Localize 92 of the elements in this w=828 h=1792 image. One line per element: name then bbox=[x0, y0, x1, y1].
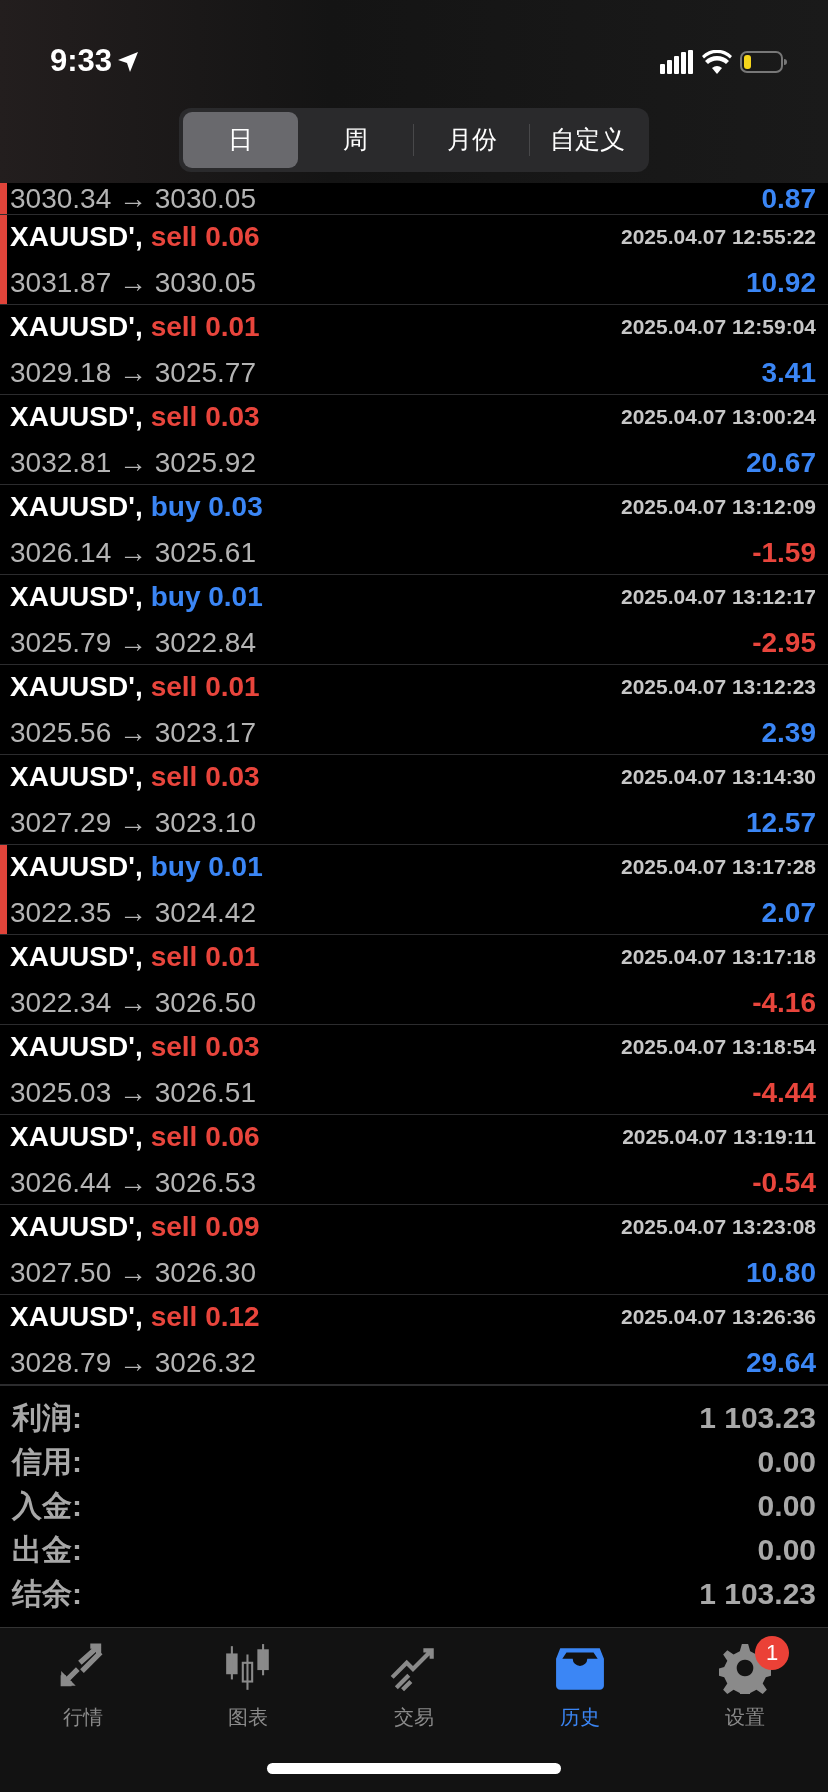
profit-value: 10.80 bbox=[745, 1255, 816, 1290]
summary-value: 1 103.23 bbox=[699, 1400, 816, 1436]
summary-label: 信用: bbox=[12, 1444, 82, 1480]
order-type: sell 0.09 bbox=[150, 1209, 260, 1244]
tab-bar-item[interactable]: 历史 bbox=[496, 1628, 663, 1792]
trade-symbol: XAUUSD', bbox=[10, 1299, 143, 1334]
tab-bar-item[interactable]: 图表 bbox=[165, 1628, 332, 1792]
trade-symbol: XAUUSD', bbox=[10, 1029, 143, 1064]
order-type: buy 0.01 bbox=[150, 849, 263, 884]
price-range: 3029.18 → 3025.77 bbox=[10, 355, 256, 390]
profit-value: -4.16 bbox=[752, 985, 816, 1020]
trade-time: 2025.04.07 13:12:17 bbox=[621, 583, 816, 610]
price-range: 3027.29 → 3023.10 bbox=[10, 805, 256, 840]
trade-time: 2025.04.07 13:17:18 bbox=[621, 943, 816, 970]
location-arrow-icon bbox=[116, 49, 141, 74]
trade-time: 2025.04.07 13:12:23 bbox=[621, 673, 816, 700]
period-tab[interactable]: 自定义 bbox=[530, 112, 645, 168]
summary-label: 利润: bbox=[12, 1400, 82, 1436]
order-type: sell 0.01 bbox=[150, 939, 260, 974]
trade-time: 2025.04.07 12:59:04 bbox=[621, 313, 816, 340]
profit-value: 10.92 bbox=[745, 265, 816, 300]
trade-symbol: XAUUSD', bbox=[10, 849, 143, 884]
order-type: sell 0.03 bbox=[150, 1029, 260, 1064]
profit-value: 20.67 bbox=[745, 445, 816, 480]
tab-bar-item[interactable]: 设置 1 bbox=[662, 1628, 828, 1792]
price-range: 3030.34 → 3030.05 bbox=[10, 184, 256, 214]
order-type: sell 0.01 bbox=[150, 309, 260, 344]
trade-symbol: XAUUSD', bbox=[10, 669, 143, 704]
trade-symbol: XAUUSD', bbox=[10, 1119, 143, 1154]
price-range: 3022.35 → 3024.42 bbox=[10, 895, 256, 930]
profit-value: -1.59 bbox=[752, 535, 816, 570]
order-type: sell 0.12 bbox=[150, 1299, 260, 1334]
trade-symbol: XAUUSD', bbox=[10, 579, 143, 614]
period-tab[interactable]: 周 bbox=[298, 112, 413, 168]
price-range: 3032.81 → 3025.92 bbox=[10, 445, 256, 480]
trade-symbol: XAUUSD', bbox=[10, 399, 143, 434]
period-tab[interactable]: 月份 bbox=[414, 112, 529, 168]
tab-bar-item[interactable]: 行情 bbox=[0, 1628, 166, 1792]
order-type: sell 0.01 bbox=[150, 669, 260, 704]
order-type: buy 0.03 bbox=[150, 489, 263, 524]
trade-symbol: XAUUSD', bbox=[10, 1209, 143, 1244]
price-range: 3025.79 → 3022.84 bbox=[10, 625, 256, 660]
profit-value: 2.39 bbox=[761, 715, 816, 750]
order-type: sell 0.03 bbox=[150, 759, 260, 794]
trade-time: 2025.04.07 13:12:09 bbox=[621, 493, 816, 520]
trade-time: 2025.04.07 12:55:22 bbox=[621, 223, 816, 250]
summary-label: 出金: bbox=[12, 1532, 82, 1568]
trade-time: 2025.04.07 13:17:28 bbox=[621, 853, 816, 880]
summary-label: 入金: bbox=[12, 1488, 82, 1524]
profit-value: -2.95 bbox=[752, 625, 816, 660]
trade-symbol: XAUUSD', bbox=[10, 759, 143, 794]
trade-time: 2025.04.07 13:14:30 bbox=[621, 763, 816, 790]
profit-value: 29.64 bbox=[745, 1345, 816, 1380]
price-range: 3025.56 → 3023.17 bbox=[10, 715, 256, 750]
price-range: 3028.79 → 3026.32 bbox=[10, 1345, 256, 1380]
period-tab[interactable]: 日 bbox=[183, 112, 298, 168]
summary-value: 0.00 bbox=[757, 1532, 816, 1568]
wifi-icon bbox=[702, 49, 732, 74]
price-range: 3031.87 → 3030.05 bbox=[10, 265, 256, 300]
order-type: sell 0.06 bbox=[150, 1119, 260, 1154]
trade-time: 2025.04.07 13:00:24 bbox=[621, 403, 816, 430]
trade-symbol: XAUUSD', bbox=[10, 219, 143, 254]
trade-symbol: XAUUSD', bbox=[10, 489, 143, 524]
trade-time: 2025.04.07 13:26:36 bbox=[621, 1303, 816, 1330]
trade-time: 2025.04.07 13:23:08 bbox=[621, 1213, 816, 1240]
signal-icon bbox=[660, 49, 694, 74]
order-type: sell 0.03 bbox=[150, 399, 260, 434]
battery-icon bbox=[740, 49, 788, 74]
profit-value: 3.41 bbox=[761, 355, 816, 390]
summary-value: 0.00 bbox=[757, 1488, 816, 1524]
clock-time: 9:33 bbox=[50, 42, 113, 81]
price-range: 3027.50 → 3026.30 bbox=[10, 1255, 256, 1290]
summary-label: 结余: bbox=[12, 1576, 82, 1612]
profit-value: 2.07 bbox=[761, 895, 816, 930]
profit-value: 0.87 bbox=[761, 184, 816, 214]
price-range: 3026.44 → 3026.53 bbox=[10, 1165, 256, 1200]
notification-badge: 1 bbox=[755, 1636, 790, 1670]
order-type: sell 0.06 bbox=[150, 219, 260, 254]
order-type: buy 0.01 bbox=[150, 579, 263, 614]
profit-value: 12.57 bbox=[745, 805, 816, 840]
tab-bar-item[interactable]: 交易 bbox=[331, 1628, 497, 1792]
summary-value: 1 103.23 bbox=[699, 1576, 816, 1612]
price-range: 3022.34 → 3026.50 bbox=[10, 985, 256, 1020]
summary-value: 0.00 bbox=[757, 1444, 816, 1480]
trade-symbol: XAUUSD', bbox=[10, 939, 143, 974]
profit-value: -4.44 bbox=[752, 1075, 816, 1110]
trade-symbol: XAUUSD', bbox=[10, 309, 143, 344]
trade-time: 2025.04.07 13:19:11 bbox=[622, 1123, 816, 1150]
profit-value: -0.54 bbox=[752, 1165, 816, 1200]
price-range: 3025.03 → 3026.51 bbox=[10, 1075, 256, 1110]
trade-time: 2025.04.07 13:18:54 bbox=[621, 1033, 816, 1060]
price-range: 3026.14 → 3025.61 bbox=[10, 535, 256, 570]
